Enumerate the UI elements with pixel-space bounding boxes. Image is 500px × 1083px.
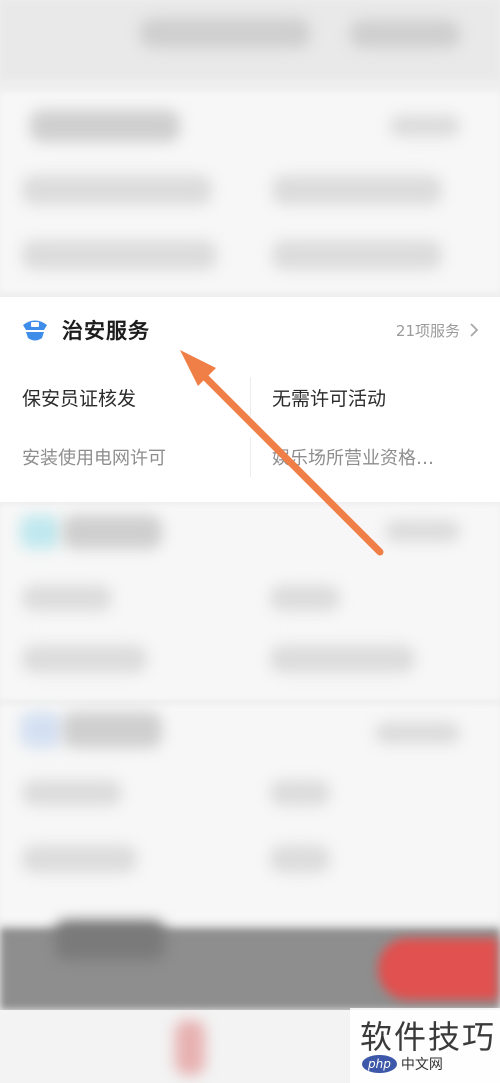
- blurred-header-block: [350, 20, 460, 48]
- blurred-icon-block: [20, 712, 62, 748]
- column-divider: [250, 377, 251, 417]
- blurred-item-block: [22, 175, 212, 205]
- service-item-power-grid-permit[interactable]: 安装使用电网许可: [22, 444, 272, 470]
- card-title: 治安服务: [62, 319, 150, 343]
- service-count-link[interactable]: 21项服务: [396, 320, 480, 341]
- watermark-site: php 中文网: [362, 1054, 443, 1074]
- blurred-item-block: [22, 240, 217, 270]
- service-row: 安装使用电网许可 娱乐场所营业资格…: [22, 427, 482, 487]
- watermark: 软件技巧 php 中文网: [350, 1008, 500, 1083]
- blurred-bottom-block: [55, 920, 165, 960]
- blurred-title-block: [62, 712, 162, 748]
- blurred-item-block: [270, 585, 340, 611]
- service-item-entertainment-venue[interactable]: 娱乐场所营业资格…: [272, 444, 482, 470]
- card-header: 治安服务 21项服务: [20, 315, 480, 345]
- service-count-label: 21项服务: [395, 321, 460, 340]
- blurred-title-block: [62, 515, 162, 549]
- blurred-item-block: [22, 845, 137, 873]
- blurred-tab-icon: [175, 1020, 205, 1075]
- security-service-card[interactable]: 治安服务 21项服务 保安员证核发 无需许可活动 安装使用电网许可 娱乐场所营业…: [0, 297, 500, 502]
- blurred-item-block: [22, 780, 122, 806]
- blurred-header-block: [140, 18, 310, 48]
- php-logo-icon: php: [362, 1055, 397, 1073]
- watermark-text: 软件技巧: [360, 1018, 497, 1056]
- app-screen: 治安服务 21项服务 保安员证核发 无需许可活动 安装使用电网许可 娱乐场所营业…: [0, 0, 500, 1083]
- blurred-item-block: [270, 780, 330, 806]
- blurred-item-block: [270, 645, 415, 673]
- blurred-item-block: [22, 585, 112, 611]
- watermark-site-label: 中文网: [400, 1057, 443, 1073]
- blurred-item-block: [272, 175, 442, 205]
- column-divider: [250, 437, 251, 477]
- blurred-link-block: [390, 115, 460, 137]
- blurred-icon-block: [20, 515, 60, 549]
- blurred-item-block: [270, 845, 330, 873]
- service-row: 保安员证核发 无需许可活动: [22, 367, 482, 427]
- blurred-title-block: [30, 110, 180, 142]
- service-item-no-permit-activity[interactable]: 无需许可活动: [272, 384, 482, 411]
- blurred-item-block: [272, 240, 442, 270]
- blurred-item-block: [22, 645, 147, 673]
- blurred-link-block: [385, 520, 460, 542]
- blurred-link-block: [375, 722, 460, 744]
- police-cap-icon: [20, 316, 50, 344]
- service-item-security-guard-cert[interactable]: 保安员证核发: [22, 384, 272, 411]
- service-grid: 保安员证核发 无需许可活动 安装使用电网许可 娱乐场所营业资格…: [22, 367, 482, 487]
- chevron-right-icon: [470, 323, 479, 337]
- blurred-action-button[interactable]: [378, 938, 498, 1000]
